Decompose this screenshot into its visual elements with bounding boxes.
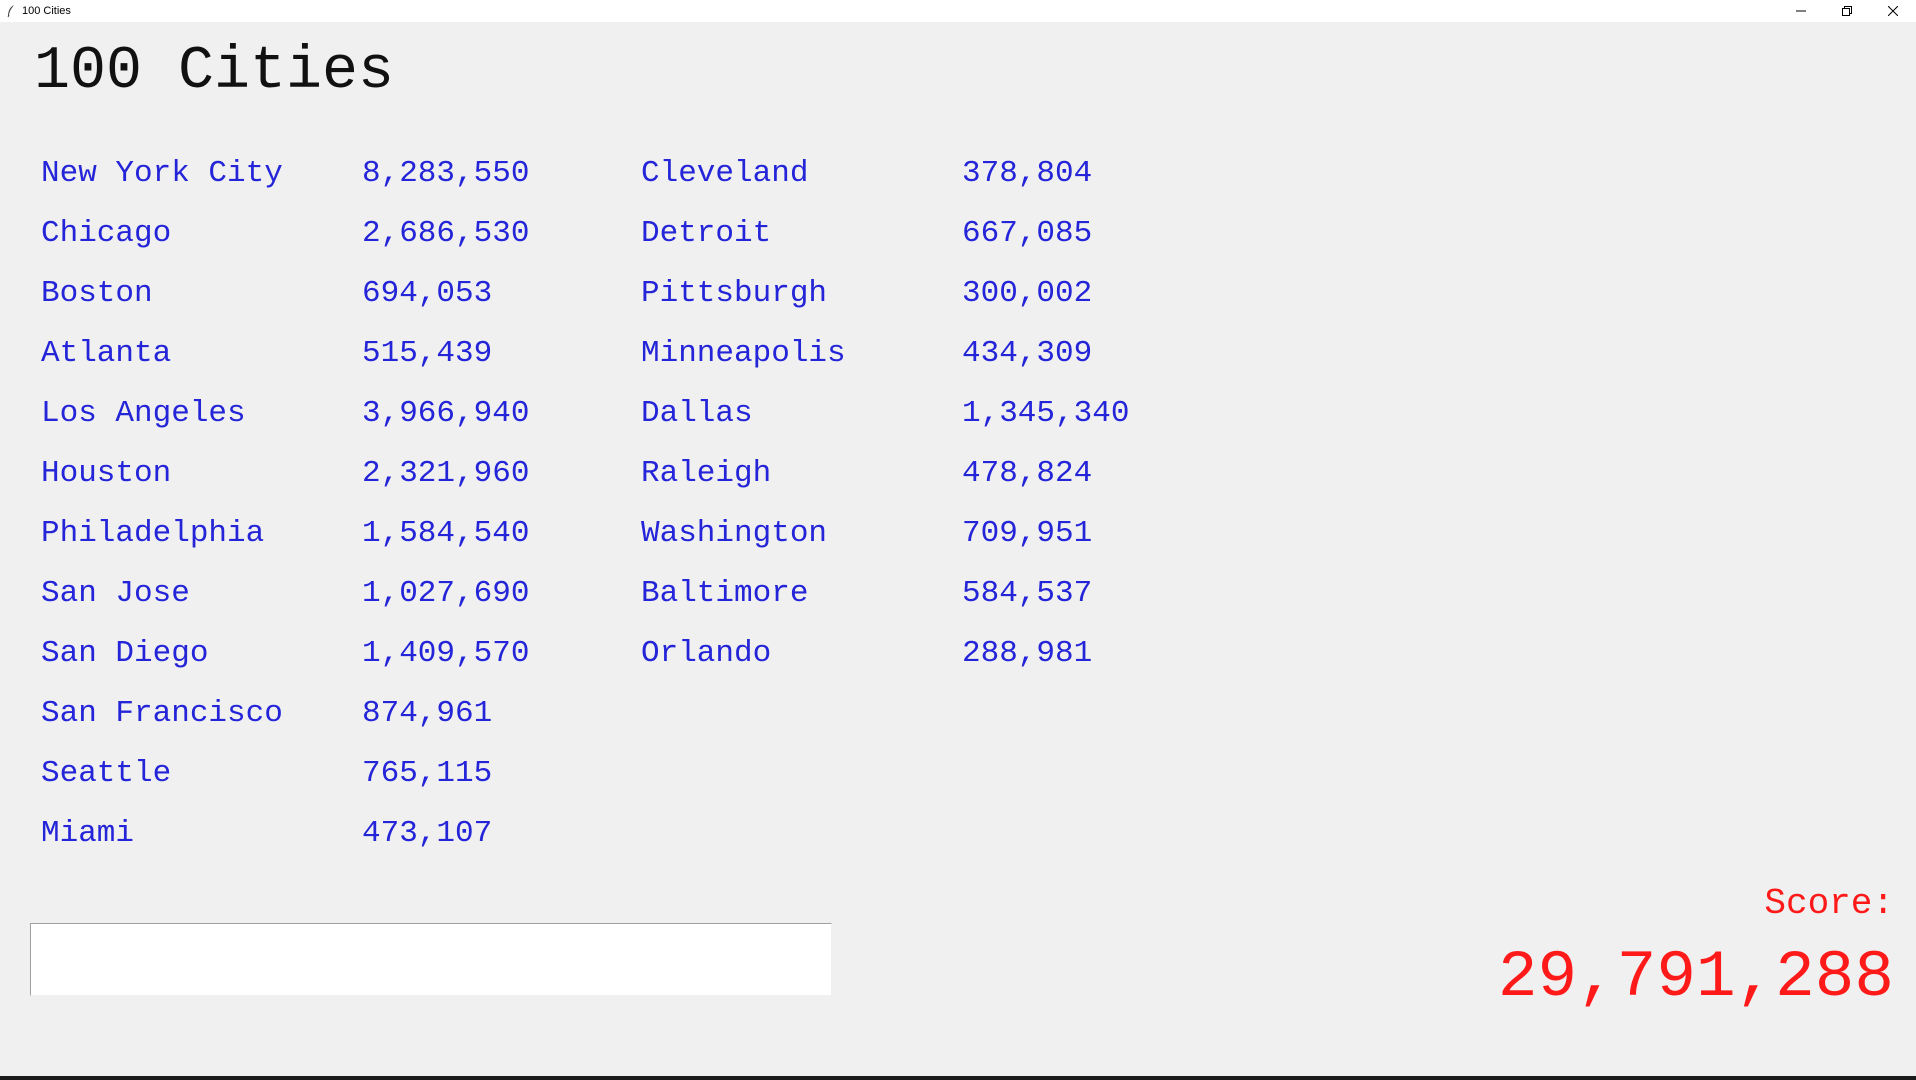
city-population: 667,085 — [962, 216, 1093, 251]
window-controls — [1778, 0, 1916, 22]
city-row: Atlanta 515,439 — [41, 324, 601, 384]
city-population: 478,824 — [962, 456, 1093, 491]
city-name: Philadelphia — [41, 516, 265, 551]
city-row: Cleveland 378,804 — [641, 144, 1201, 204]
title-bar: 100 Cities — [0, 0, 1916, 22]
city-population: 2,321,960 — [362, 456, 530, 491]
city-population: 288,981 — [962, 636, 1093, 671]
city-guess-input[interactable] — [30, 923, 832, 996]
score-label: Score: — [1764, 883, 1894, 924]
city-row: Houston 2,321,960 — [41, 444, 601, 504]
city-name: Pittsburgh — [641, 276, 828, 311]
city-row: Pittsburgh 300,002 — [641, 264, 1201, 324]
restore-button[interactable] — [1824, 0, 1870, 22]
city-row: Raleigh 478,824 — [641, 444, 1201, 504]
minimize-icon — [1796, 6, 1806, 16]
city-population: 694,053 — [362, 276, 493, 311]
city-name: Raleigh — [641, 456, 772, 491]
city-name: Chicago — [41, 216, 172, 251]
city-row: New York City 8,283,550 — [41, 144, 601, 204]
city-name: San Diego — [41, 636, 209, 671]
city-name: Washington — [641, 516, 828, 551]
close-icon — [1888, 6, 1898, 16]
city-population: 765,115 — [362, 756, 493, 791]
city-population: 709,951 — [962, 516, 1093, 551]
city-name: Seattle — [41, 756, 172, 791]
city-population: 515,439 — [362, 336, 493, 371]
city-name: Dallas — [641, 396, 753, 431]
city-name: Orlando — [641, 636, 772, 671]
restore-icon — [1842, 6, 1852, 16]
city-name: Baltimore — [641, 576, 809, 611]
city-population: 473,107 — [362, 816, 493, 851]
city-name: Boston — [41, 276, 153, 311]
city-population: 584,537 — [962, 576, 1093, 611]
page-title: 100 Cities — [34, 38, 395, 106]
city-population: 8,283,550 — [362, 156, 530, 191]
city-name: Houston — [41, 456, 172, 491]
city-row: Detroit 667,085 — [641, 204, 1201, 264]
city-list-right: Cleveland 378,804 Detroit 667,085 Pittsb… — [641, 144, 1201, 684]
city-row: Minneapolis 434,309 — [641, 324, 1201, 384]
city-row: Los Angeles 3,966,940 — [41, 384, 601, 444]
city-name: Cleveland — [641, 156, 809, 191]
city-row: Seattle 765,115 — [41, 744, 601, 804]
city-name: San Jose — [41, 576, 190, 611]
city-population: 2,686,530 — [362, 216, 530, 251]
city-name: Miami — [41, 816, 135, 851]
city-name: Minneapolis — [641, 336, 846, 371]
city-list-left: New York City 8,283,550 Chicago 2,686,53… — [41, 144, 601, 864]
city-row: Baltimore 584,537 — [641, 564, 1201, 624]
window-bottom-border — [0, 1076, 1916, 1080]
city-row: San Diego 1,409,570 — [41, 624, 601, 684]
city-name: New York City — [41, 156, 283, 191]
city-population: 1,027,690 — [362, 576, 530, 611]
city-name: San Francisco — [41, 696, 283, 731]
city-row: San Francisco 874,961 — [41, 684, 601, 744]
city-row: Boston 694,053 — [41, 264, 601, 324]
city-name: Los Angeles — [41, 396, 246, 431]
city-row: San Jose 1,027,690 — [41, 564, 601, 624]
city-population: 434,309 — [962, 336, 1093, 371]
feather-icon — [5, 4, 17, 18]
city-name: Detroit — [641, 216, 772, 251]
city-population: 874,961 — [362, 696, 493, 731]
city-name: Atlanta — [41, 336, 172, 371]
city-population: 1,584,540 — [362, 516, 530, 551]
city-population: 1,409,570 — [362, 636, 530, 671]
city-row: Philadelphia 1,584,540 — [41, 504, 601, 564]
city-row: Chicago 2,686,530 — [41, 204, 601, 264]
city-row: Washington 709,951 — [641, 504, 1201, 564]
city-population: 3,966,940 — [362, 396, 530, 431]
city-population: 1,345,340 — [962, 396, 1130, 431]
minimize-button[interactable] — [1778, 0, 1824, 22]
city-population: 300,002 — [962, 276, 1093, 311]
city-row: Miami 473,107 — [41, 804, 601, 864]
window-title: 100 Cities — [22, 5, 71, 17]
close-button[interactable] — [1870, 0, 1916, 22]
city-row: Dallas 1,345,340 — [641, 384, 1201, 444]
city-row: Orlando 288,981 — [641, 624, 1201, 684]
score-value: 29,791,288 — [1497, 940, 1894, 1015]
city-population: 378,804 — [962, 156, 1093, 191]
